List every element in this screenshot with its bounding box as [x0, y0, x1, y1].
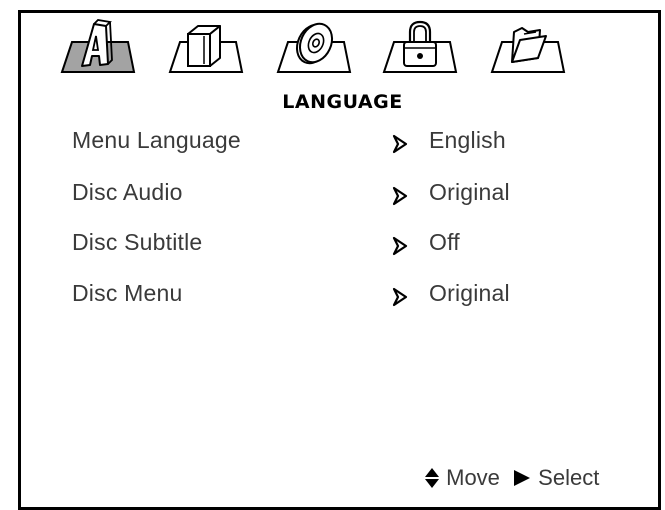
setting-label: Disc Menu: [72, 280, 183, 306]
setting-row-disc-subtitle[interactable]: Disc Subtitle Off: [72, 229, 632, 263]
setting-label: Disc Audio: [72, 179, 183, 205]
setting-value: Off: [429, 229, 460, 255]
move-hint-label: Move: [446, 465, 500, 491]
select-hint-label: Select: [538, 465, 600, 491]
disc-icon: [276, 22, 352, 73]
tab-language[interactable]: [50, 18, 140, 76]
chevron-right-icon: [392, 134, 408, 154]
setting-row-disc-audio[interactable]: Disc Audio Original: [72, 179, 632, 213]
up-down-diamond-icon: [425, 468, 439, 489]
language-letter-a-icon: [60, 19, 136, 73]
page-title: LANGUAGE: [282, 91, 403, 113]
tab-video[interactable]: [158, 18, 248, 76]
setting-value: English: [429, 127, 506, 153]
setting-value: Original: [429, 280, 510, 306]
chevron-right-icon: [392, 186, 408, 206]
play-triangle-icon: [514, 470, 531, 487]
tab-parental-lock[interactable]: [372, 18, 462, 76]
setting-value: Original: [429, 179, 510, 205]
box-icon: [168, 25, 244, 73]
chevron-right-icon: [392, 287, 408, 307]
category-tabs: [50, 18, 570, 78]
padlock-icon: [382, 20, 458, 73]
tab-audio[interactable]: [266, 18, 356, 76]
setting-row-disc-menu[interactable]: Disc Menu Original: [72, 280, 632, 314]
chevron-right-icon: [392, 236, 408, 256]
setting-row-menu-language[interactable]: Menu Language English: [72, 127, 632, 161]
folder-icon: [490, 27, 566, 73]
navigation-hints: Move Select: [424, 464, 599, 494]
setting-label: Disc Subtitle: [72, 229, 203, 255]
setting-label: Menu Language: [72, 127, 241, 153]
tab-setup[interactable]: [480, 18, 570, 76]
